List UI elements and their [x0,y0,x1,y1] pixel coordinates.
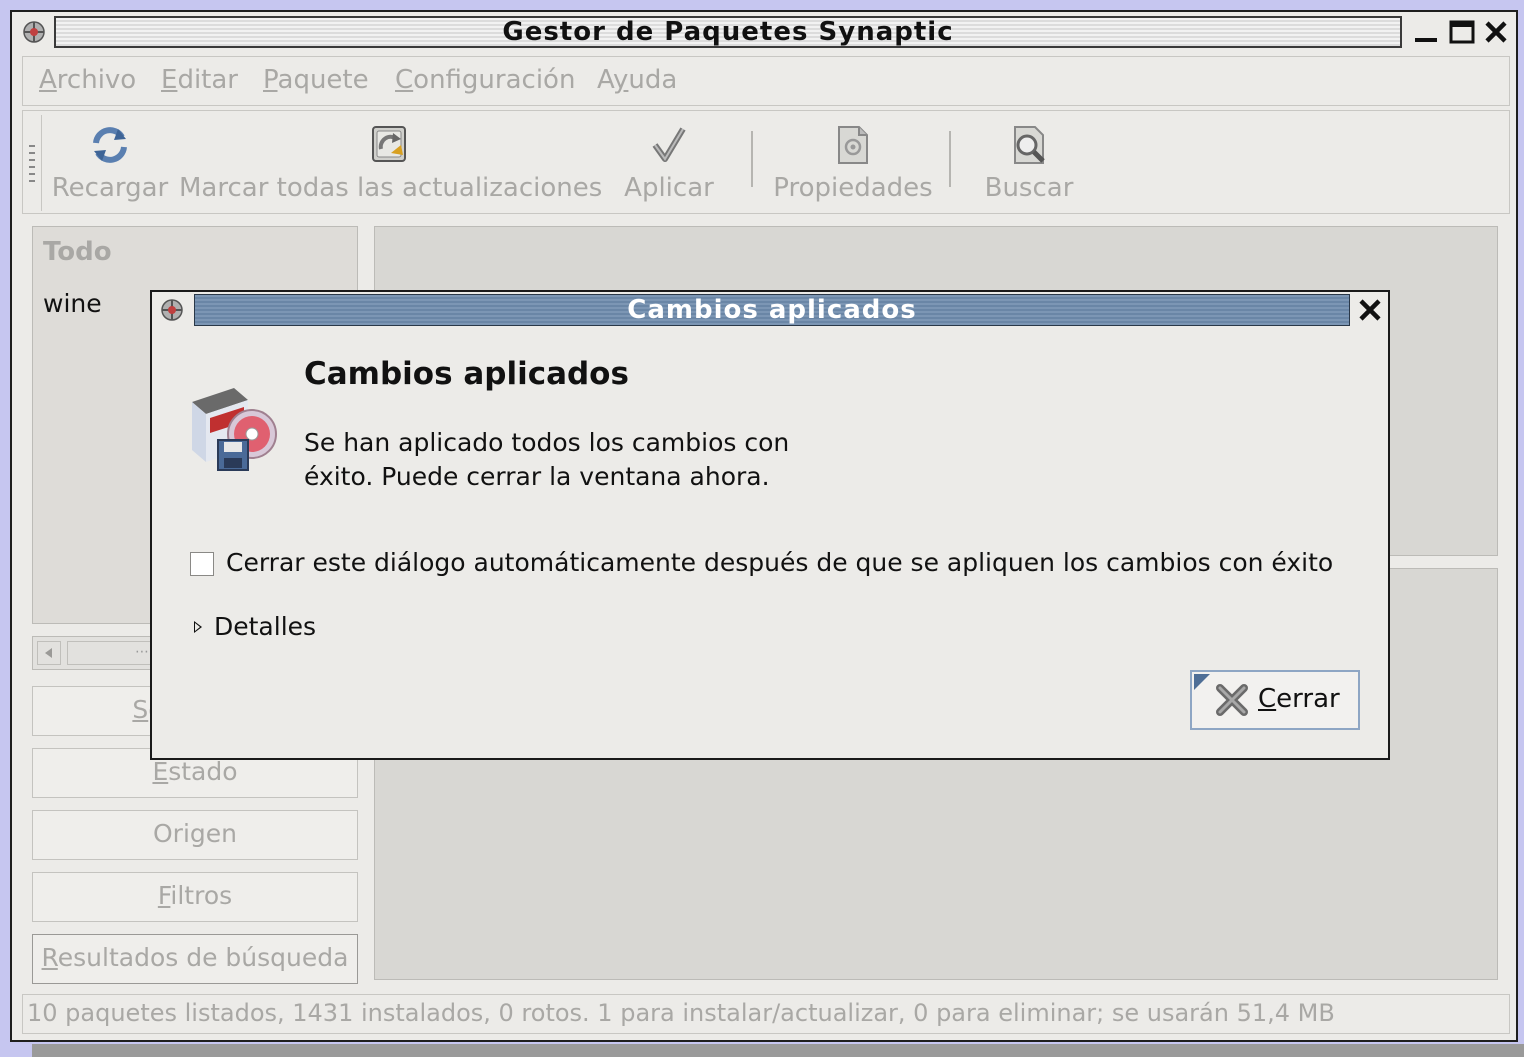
package-install-icon [192,388,277,471]
close-x-icon [1216,684,1248,716]
origin-button[interactable]: Origen [32,810,358,860]
close-window-icon[interactable] [1482,18,1510,46]
search-results-label: esultados de búsqueda [57,943,349,972]
mark-all-upgrades-button[interactable]: Marcar todas las actualizaciones [179,117,603,209]
apply-label: Aplicar [624,173,714,203]
synaptic-app-icon[interactable] [158,296,186,324]
window-title: Gestor de Paquetes Synaptic [54,16,1402,48]
properties-label: Propiedades [773,173,933,203]
list-item[interactable]: wine [43,289,102,318]
menu-ayuda-label-end: uda [628,65,678,95]
changes-applied-dialog: Cambios aplicados Cambios aplicados Se h… [150,290,1390,760]
toolbar-separator [751,131,753,187]
minimize-icon[interactable] [1412,18,1440,46]
status-label: stado [168,757,238,786]
properties-icon [838,126,868,164]
dialog-heading: Cambios aplicados [304,356,629,392]
menu-editar-label: ditar [177,65,238,95]
menu-configuracion-label: onfiguración [413,65,576,95]
toolbar-grip-divider [41,115,42,211]
menu-ayuda[interactable]: Ayuda [597,65,677,95]
menu-ayuda-mnemonic: y [613,65,629,95]
window-titlebar[interactable]: Gestor de Paquetes Synaptic [12,12,1516,52]
reload-label: Recargar [51,173,169,203]
search-label: Buscar [984,173,1074,203]
reload-button[interactable]: Recargar [51,117,169,209]
sections-mnemonic: S [132,695,149,724]
menu-archivo[interactable]: Archivo [39,65,136,95]
expander-triangle-icon[interactable] [194,621,202,633]
auto-close-checkbox[interactable] [190,552,214,576]
scroll-left-arrow-icon[interactable] [37,641,61,665]
menu-editar[interactable]: Editar [161,65,238,95]
menu-bar: Archivo Editar Paquete Configuración Ayu… [22,56,1510,106]
reload-icon [93,127,127,163]
close-button[interactable]: Cerrar [1190,670,1360,730]
filters-label: iltros [170,881,233,910]
mark-upgrades-icon [372,126,406,162]
search-results-mnemonic: R [41,943,58,972]
mark-all-upgrades-label: Marcar todas las actualizaciones [179,173,603,203]
search-results-button[interactable]: Resultados de búsqueda [32,934,358,984]
focus-corner-indicator [1194,674,1210,690]
dialog-message-line: Se han aplicado todos los cambios con [304,428,790,457]
dialog-message: Se han aplicado todos los cambios con éx… [304,426,789,494]
menu-paquete[interactable]: Paquete [263,65,369,95]
filters-mnemonic: F [157,881,171,910]
close-button-label-rest: errar [1276,684,1340,714]
properties-button[interactable]: Propiedades [767,117,939,209]
menu-ayuda-label-start: A [597,65,614,95]
synaptic-app-icon[interactable] [20,18,48,46]
origin-label: Origen [153,819,237,848]
menu-archivo-label: rchivo [56,65,137,95]
filters-button[interactable]: Filtros [32,872,358,922]
menu-configuracion-mnemonic: C [395,65,414,95]
apply-button[interactable]: Aplicar [619,117,719,209]
checkmark-icon [652,127,686,162]
section-list-header[interactable]: Todo [43,237,112,267]
close-dialog-icon[interactable] [1356,296,1384,324]
toolbar-grip[interactable] [29,145,35,185]
maximize-icon[interactable] [1448,18,1476,46]
auto-close-label[interactable]: Cerrar este diálogo automáticamente desp… [226,548,1333,577]
menu-paquete-label: aquete [277,65,369,95]
menu-archivo-mnemonic: A [39,65,57,95]
close-button-mnemonic: C [1258,684,1277,714]
status-bar: 10 paquetes listados, 1431 instalados, 0… [22,994,1510,1034]
menu-configuracion[interactable]: Configuración [395,65,575,95]
details-label[interactable]: Detalles [214,612,316,641]
dialog-message-line: éxito. Puede cerrar la ventana ahora. [304,462,770,491]
dialog-title[interactable]: Cambios aplicados [194,294,1350,326]
menu-paquete-mnemonic: P [263,65,278,95]
search-icon [1014,126,1045,164]
search-button[interactable]: Buscar [969,117,1089,209]
window-shadow [32,1044,1524,1057]
close-button-label: Cerrar [1258,684,1340,714]
toolbar-separator [949,131,951,187]
toolbar: Recargar Marcar todas las actualizacione… [22,110,1510,214]
status-mnemonic: E [152,757,169,786]
menu-editar-mnemonic: E [161,65,178,95]
